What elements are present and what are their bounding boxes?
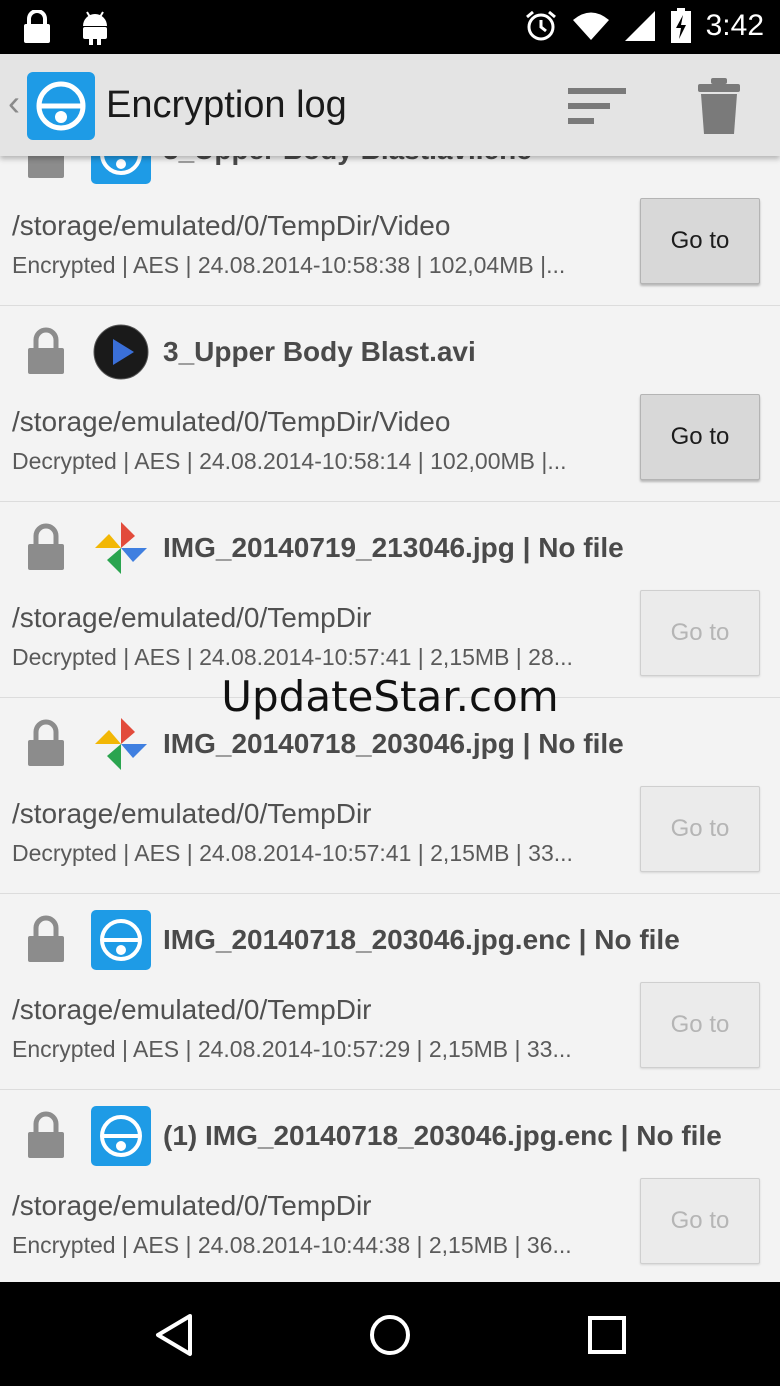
log-item: 3_Upper Body Blast.avi.enc /storage/emul… bbox=[0, 156, 780, 306]
lock-icon bbox=[28, 1111, 64, 1158]
encrypted-file-icon bbox=[91, 1106, 151, 1166]
lock-icon bbox=[28, 523, 64, 570]
log-item: IMG_20140719_213046.jpg | No file /stora… bbox=[0, 502, 780, 698]
go-to-button[interactable]: Go to bbox=[640, 590, 760, 676]
action-bar: ‹ Encryption log bbox=[0, 54, 780, 156]
go-to-button[interactable]: Go to bbox=[640, 198, 760, 284]
file-meta: Decrypted | AES | 24.08.2014-10:57:41 | … bbox=[12, 840, 573, 866]
recents-square-icon[interactable] bbox=[584, 1312, 630, 1358]
go-to-button[interactable]: Go to bbox=[640, 786, 760, 872]
file-name: 3_Upper Body Blast.avi bbox=[163, 336, 476, 367]
file-path: /storage/emulated/0/TempDir/Video bbox=[12, 406, 451, 437]
file-meta: Decrypted | AES | 24.08.2014-10:58:14 | … bbox=[12, 448, 567, 474]
file-path: /storage/emulated/0/TempDir bbox=[12, 798, 372, 829]
navigation-bar bbox=[0, 1282, 780, 1386]
log-item: 3_Upper Body Blast.avi /storage/emulated… bbox=[0, 306, 780, 502]
lock-icon bbox=[28, 915, 64, 962]
back-triangle-icon[interactable] bbox=[152, 1312, 198, 1358]
signal-icon bbox=[624, 11, 655, 41]
wifi-icon bbox=[572, 12, 609, 40]
home-circle-icon[interactable] bbox=[367, 1312, 413, 1358]
go-to-button[interactable]: Go to bbox=[640, 982, 760, 1068]
sort-icon[interactable] bbox=[566, 82, 630, 130]
file-path: /storage/emulated/0/TempDir bbox=[12, 994, 372, 1025]
file-path: /storage/emulated/0/TempDir bbox=[12, 602, 372, 633]
video-play-icon bbox=[93, 324, 149, 380]
log-item: IMG_20140718_203046.jpg.enc | No file /s… bbox=[0, 894, 780, 1090]
page-title: Encryption log bbox=[106, 84, 347, 126]
file-name: IMG_20140719_213046.jpg | No file bbox=[163, 532, 624, 563]
lock-icon bbox=[28, 327, 64, 374]
log-item: IMG_20140718_203046.jpg | No file /stora… bbox=[0, 698, 780, 894]
lock-icon bbox=[24, 10, 50, 43]
trash-icon[interactable] bbox=[696, 78, 742, 134]
battery-charging-icon bbox=[670, 8, 691, 43]
android-icon bbox=[83, 11, 107, 45]
file-meta: Encrypted | AES | 24.08.2014-10:57:29 | … bbox=[12, 1036, 572, 1062]
status-bar: 3:42 bbox=[0, 0, 780, 54]
file-path: /storage/emulated/0/TempDir/Video bbox=[12, 210, 451, 241]
log-item: (1) IMG_20140718_203046.jpg.enc | No fil… bbox=[0, 1090, 780, 1282]
lock-icon bbox=[28, 719, 64, 766]
lock-icon bbox=[28, 156, 64, 178]
encrypted-file-icon bbox=[91, 156, 151, 184]
file-path: /storage/emulated/0/TempDir bbox=[12, 1190, 372, 1221]
photos-pinwheel-icon bbox=[95, 718, 147, 770]
watermark: UpdateStar.com bbox=[221, 672, 559, 721]
file-name: 3_Upper Body Blast.avi.enc bbox=[163, 156, 532, 166]
back-chevron-icon[interactable]: ‹ bbox=[8, 82, 20, 124]
alarm-icon bbox=[525, 10, 556, 41]
app-logo-icon[interactable] bbox=[27, 72, 95, 140]
file-name: (1) IMG_20140718_203046.jpg.enc | No fil… bbox=[163, 1120, 722, 1151]
go-to-button[interactable]: Go to bbox=[640, 1178, 760, 1264]
file-meta: Encrypted | AES | 24.08.2014-10:44:38 | … bbox=[12, 1232, 572, 1258]
file-name: IMG_20140718_203046.jpg.enc | No file bbox=[163, 924, 680, 955]
file-meta: Encrypted | AES | 24.08.2014-10:58:38 | … bbox=[12, 252, 566, 278]
file-meta: Decrypted | AES | 24.08.2014-10:57:41 | … bbox=[12, 644, 573, 670]
photos-pinwheel-icon bbox=[95, 522, 147, 574]
go-to-button[interactable]: Go to bbox=[640, 394, 760, 480]
encrypted-file-icon bbox=[91, 910, 151, 970]
file-name: IMG_20140718_203046.jpg | No file bbox=[163, 728, 624, 759]
clock: 3:42 bbox=[705, 9, 764, 42]
